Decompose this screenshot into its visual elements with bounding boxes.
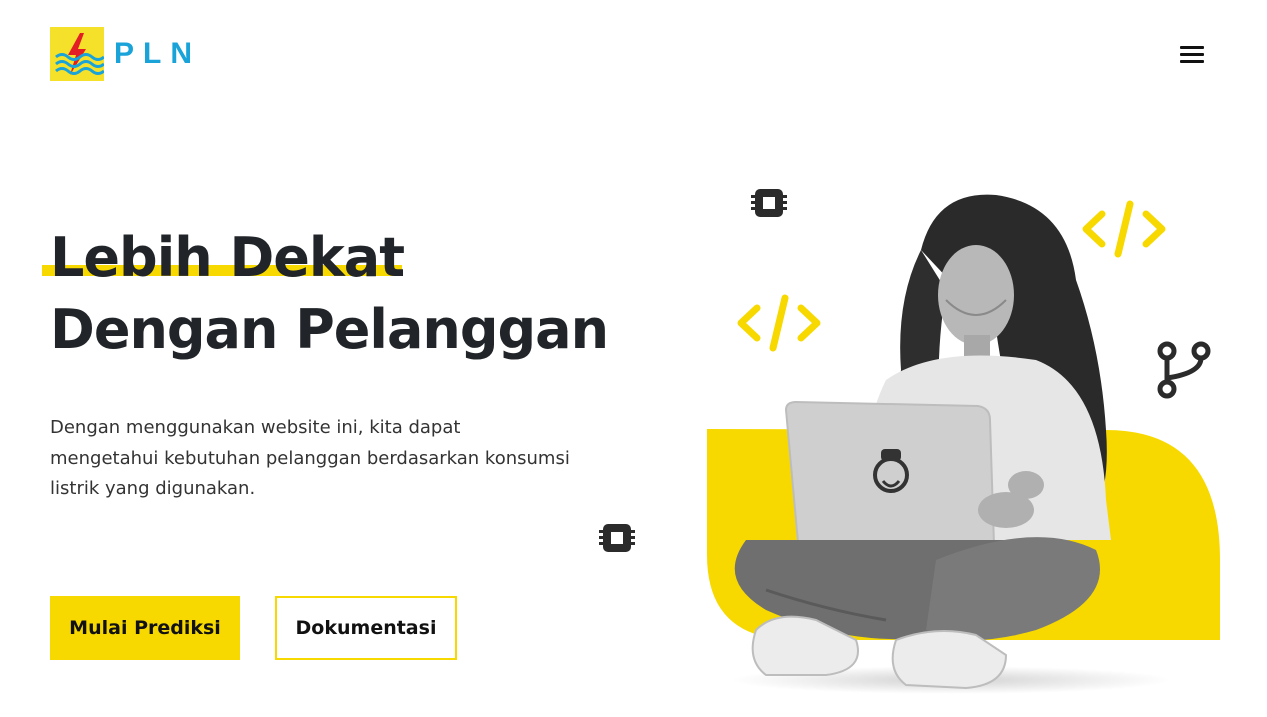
- cpu-chip-icon: [599, 522, 635, 554]
- pln-logo-icon: [50, 27, 105, 81]
- hero-title-line1: Lebih Dekat: [42, 222, 405, 294]
- hero-illustration: [706, 180, 1226, 700]
- start-prediction-button[interactable]: Mulai Prediksi: [50, 596, 240, 660]
- hero-title-line2: Dengan Pelanggan: [50, 298, 609, 361]
- hero-description: Dengan menggunakan website ini, kita dap…: [50, 417, 570, 499]
- pln-logo[interactable]: PLN: [50, 27, 201, 81]
- brand-name: PLN: [114, 37, 201, 70]
- documentation-button[interactable]: Dokumentasi: [275, 596, 457, 660]
- hero-title: Lebih Dekat Dengan Pelanggan: [42, 222, 650, 366]
- hamburger-icon[interactable]: [1180, 44, 1206, 66]
